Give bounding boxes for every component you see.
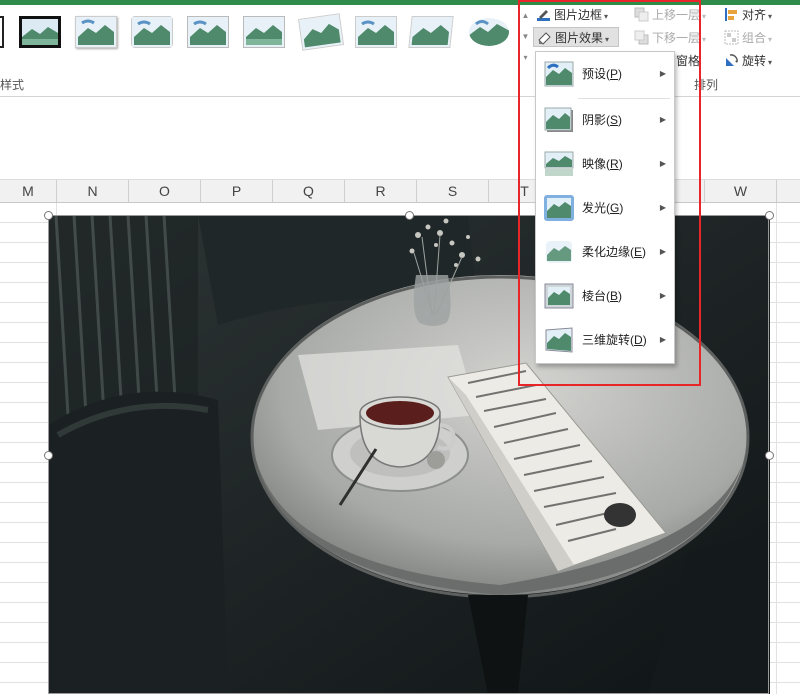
resize-handle-top-middle[interactable] [405, 211, 414, 220]
chevron-down-icon: ▾ [702, 12, 707, 21]
align-button[interactable]: 对齐 ▾ [724, 5, 772, 25]
submenu-arrow-icon: ▶ [659, 203, 666, 212]
picture-style-thumb[interactable] [131, 16, 173, 48]
picture-effects-button[interactable]: 图片效果 ▾ [533, 27, 619, 47]
group-icon [724, 30, 739, 45]
3d-rotation-icon [544, 327, 574, 353]
menu-item-label: 阴影(S) [582, 113, 623, 127]
submenu-arrow-icon: ▶ [659, 247, 666, 256]
picture-style-thumb[interactable] [187, 16, 229, 48]
column-header-bar: M N O P Q R S T W [0, 180, 800, 203]
picture-border-label: 图片边框 [554, 8, 603, 22]
align-icon [724, 7, 739, 22]
reflection-icon [544, 151, 574, 177]
picture-effects-label: 图片效果 [555, 31, 604, 45]
gallery-more-icon[interactable]: ▾ [519, 48, 532, 68]
column-header-o[interactable]: O [129, 180, 201, 202]
picture-style-thumb[interactable] [0, 16, 4, 48]
resize-handle-top-left[interactable] [44, 211, 53, 220]
align-label: 对齐 [742, 8, 767, 22]
glow-icon [544, 195, 574, 221]
bevel-icon [544, 283, 574, 309]
menu-item-reflection[interactable]: 映像(R) ▶ [536, 144, 674, 184]
picture-style-thumb[interactable] [468, 16, 510, 48]
send-backward-label: 下移一层 [652, 31, 701, 45]
group-label-styles: 样式 [0, 78, 25, 92]
grid-line [776, 203, 777, 694]
column-header-p[interactable]: P [201, 180, 273, 202]
chevron-down-icon: ▾ [604, 12, 609, 21]
rotate-button[interactable]: 旋转 ▾ [724, 51, 772, 71]
send-backward-button[interactable]: 下移一层 ▾ [634, 28, 706, 48]
chevron-down-icon: ▾ [702, 35, 707, 44]
picture-style-thumb[interactable] [19, 16, 61, 48]
column-header-n[interactable]: N [57, 180, 129, 202]
menu-item-label: 棱台(B) [582, 289, 623, 303]
column-header-x[interactable] [777, 180, 800, 202]
submenu-arrow-icon: ▶ [659, 291, 666, 300]
pencil-border-icon [536, 7, 551, 22]
column-header-m[interactable]: M [0, 180, 57, 202]
menu-item-preset[interactable]: 预设(P) ▶ [536, 54, 674, 94]
bring-forward-label: 上移一层 [652, 8, 701, 22]
group-label-arrange: 排列 [694, 78, 719, 92]
ribbon: ▲ ▼ ▾ 样式 图片边框 ▾ 图片效果 ▾ 上移一层 ▾ 下移一层 ▾ 窗格 对齐 ▾ [0, 0, 800, 97]
picture-style-thumb[interactable] [243, 16, 285, 48]
preset-icon [544, 61, 574, 87]
picture-style-thumb[interactable] [75, 16, 117, 48]
bring-forward-icon [634, 7, 649, 22]
resize-handle-middle-right[interactable] [765, 451, 774, 460]
picture-style-thumb[interactable] [355, 16, 397, 48]
soft-edges-icon [544, 239, 574, 265]
submenu-arrow-icon: ▶ [659, 115, 666, 124]
resize-handle-middle-left[interactable] [44, 451, 53, 460]
submenu-arrow-icon: ▶ [659, 335, 666, 344]
gallery-scroll-down-icon[interactable]: ▼ [519, 27, 532, 47]
selection-pane-button[interactable]: 窗格 [676, 51, 700, 71]
picture-border-button[interactable]: 图片边框 ▾ [536, 5, 608, 25]
menu-item-soft-edges[interactable]: 柔化边缘(E) ▶ [536, 232, 674, 272]
picture-effects-icon [537, 30, 552, 45]
menu-item-glow[interactable]: 发光(G) ▶ [536, 188, 674, 228]
chevron-down-icon: ▾ [768, 35, 773, 44]
column-header-w[interactable]: W [705, 180, 777, 202]
menu-item-bevel[interactable]: 棱台(B) ▶ [536, 276, 674, 316]
group-label: 组合 [742, 31, 767, 45]
column-header-s[interactable]: S [417, 180, 489, 202]
selection-pane-label: 窗格 [676, 54, 701, 68]
picture-effects-menu: 预设(P) ▶ 阴影(S) ▶ 映像(R) ▶ 发光(G) ▶ 柔化边缘(E) … [535, 51, 675, 364]
chevron-down-icon: ▾ [768, 58, 773, 67]
menu-item-label: 预设(P) [582, 67, 623, 81]
shadow-icon [544, 107, 574, 133]
bring-forward-button[interactable]: 上移一层 ▾ [634, 5, 706, 25]
menu-item-label: 映像(R) [582, 157, 623, 171]
rotate-label: 旋转 [742, 54, 767, 68]
picture-style-thumb[interactable] [297, 13, 345, 51]
chevron-down-icon: ▾ [605, 35, 610, 44]
menu-separator [578, 98, 670, 99]
group-button[interactable]: 组合 ▾ [724, 28, 772, 48]
rotate-icon [724, 53, 739, 68]
menu-item-label: 发光(G) [582, 201, 624, 215]
submenu-arrow-icon: ▶ [659, 159, 666, 168]
send-backward-icon [634, 30, 649, 45]
column-header-q[interactable]: Q [273, 180, 345, 202]
picture-style-thumb[interactable] [408, 16, 454, 48]
gallery-scrollbar[interactable]: ▲ ▼ ▾ [518, 6, 532, 68]
chevron-down-icon: ▾ [768, 12, 773, 21]
menu-item-label: 三维旋转(D) [582, 333, 647, 347]
formula-area [0, 97, 800, 180]
menu-item-shadow[interactable]: 阴影(S) ▶ [536, 100, 674, 140]
menu-item-3d-rotation[interactable]: 三维旋转(D) ▶ [536, 320, 674, 360]
column-header-r[interactable]: R [345, 180, 417, 202]
gallery-scroll-up-icon[interactable]: ▲ [519, 6, 532, 26]
menu-item-label: 柔化边缘(E) [582, 245, 647, 259]
resize-handle-top-right[interactable] [765, 211, 774, 220]
submenu-arrow-icon: ▶ [659, 69, 666, 78]
